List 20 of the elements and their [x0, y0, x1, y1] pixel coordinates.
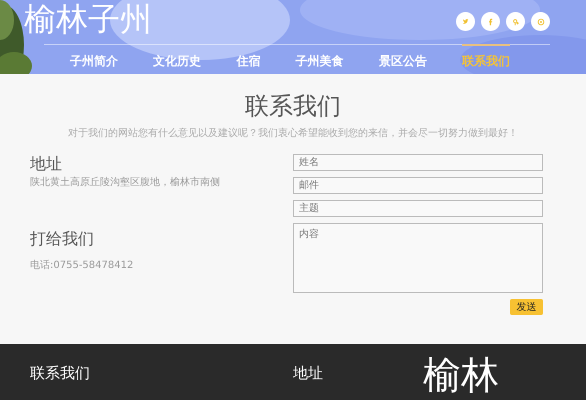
page-title: 联系我们	[244, 91, 342, 122]
input-field[interactable]: 主题	[293, 200, 543, 217]
phone-text: 电话:0755-58478412	[30, 258, 134, 272]
nav-link[interactable]: 子州美食	[296, 44, 344, 74]
footer-heading: 地址	[293, 364, 324, 383]
nav-link[interactable]: 子州简介	[70, 44, 118, 74]
send-button[interactable]: 发送	[510, 299, 543, 315]
nav-link[interactable]: 景区公告	[378, 44, 427, 74]
nav-link[interactable]: 住宿	[236, 44, 260, 74]
call-heading: 打给我们	[30, 229, 95, 250]
address-heading: 地址	[30, 154, 63, 175]
address-text: 陕北黄土高原丘陵沟壑区腹地，榆林市南侧	[30, 176, 220, 189]
nav-link[interactable]: 文化历史	[153, 44, 202, 74]
intro-text: 对于我们的网站您有什么意见以及建议呢？我们衷心希望能收到您的来信，并会尽一切努力做到最好！	[67, 126, 519, 140]
input-field[interactable]: 姓名	[293, 154, 543, 171]
footer-logo: 榆林	[423, 354, 499, 399]
site-logo[interactable]: 榆林子州	[24, 0, 152, 38]
message-field[interactable]: 内容	[293, 223, 543, 293]
input-field[interactable]: 邮件	[293, 177, 543, 194]
footer-heading: 联系我们	[30, 364, 91, 383]
